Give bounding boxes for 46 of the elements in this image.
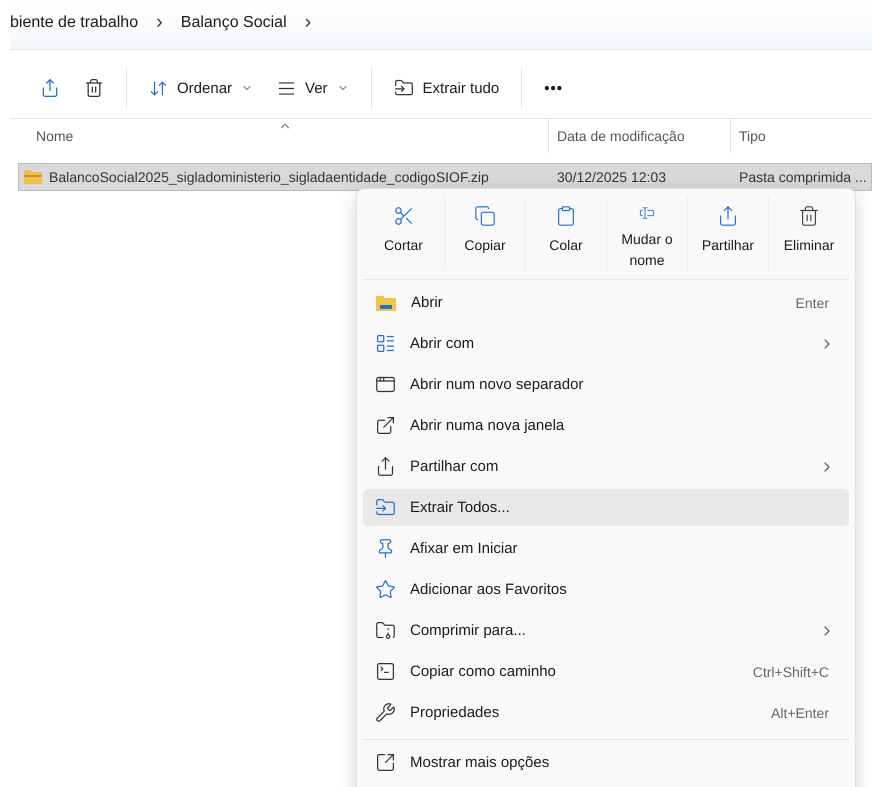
- breadcrumb-item[interactable]: Balanço Social: [180, 14, 287, 32]
- extract-button[interactable]: Extrair tudo: [384, 68, 510, 108]
- clipboard-icon: [555, 205, 577, 227]
- share-icon: [375, 456, 396, 477]
- share-icon: [40, 78, 60, 98]
- menu-action-button[interactable]: Mudar o nome: [606, 197, 687, 271]
- breadcrumb-separator: ›: [156, 11, 163, 34]
- trash-icon: [798, 205, 820, 227]
- column-header[interactable]: Data de modificação: [557, 128, 685, 144]
- folder-extract-icon: [394, 78, 414, 98]
- folder-icon: [375, 294, 397, 312]
- menu-item[interactable]: Extrair Todos...: [363, 489, 849, 526]
- folder-extract-icon: [375, 497, 396, 518]
- menu-action-button[interactable]: Copiar: [444, 197, 525, 271]
- tab-icon: [375, 374, 396, 395]
- app-list-icon: [375, 333, 396, 354]
- wrench-icon: [375, 702, 396, 723]
- menu-action-button[interactable]: Colar: [525, 197, 606, 271]
- shortcut-text: Enter: [796, 294, 829, 310]
- copy-icon: [474, 205, 496, 227]
- file-date: 30/12/2025 12:03: [557, 169, 666, 185]
- column-header[interactable]: Tipo: [739, 128, 766, 144]
- more-button[interactable]: •••: [534, 68, 574, 108]
- scissors-icon: [392, 205, 414, 227]
- file-name: BalancoSocial2025_sigladoministerio_sigladaentidade_codigoSIOF.zip: [49, 169, 489, 185]
- dropdown-button[interactable]: Ordenar: [139, 68, 264, 108]
- column-header[interactable]: Nome: [36, 128, 74, 144]
- share-icon: [717, 205, 739, 227]
- zip-folder-icon: [23, 169, 43, 185]
- shortcut-text: Ctrl+Shift+C: [752, 664, 829, 680]
- shortcut-text: Alt+Enter: [771, 704, 829, 720]
- menu-action-button[interactable]: Cortar: [363, 197, 444, 271]
- menu-action-button[interactable]: Eliminar: [768, 197, 849, 271]
- file-type: Pasta comprimida ...: [739, 169, 867, 185]
- sort-icon: [149, 78, 168, 98]
- breadcrumb-separator: ›: [304, 11, 312, 34]
- external-link-icon: [375, 415, 396, 436]
- trash-icon: [84, 78, 104, 98]
- breadcrumb-item[interactable]: biente de trabalho: [10, 14, 138, 32]
- terminal-icon: [375, 661, 396, 682]
- dropdown-button[interactable]: Ver: [267, 68, 359, 108]
- star-icon: [375, 579, 396, 600]
- file-row[interactable]: BalancoSocial2025_sigladoministerio_sigladaentidade_codigoSIOF.zip 30/12/2025 12:03 Pasta comprimida ...: [18, 163, 872, 191]
- expand-icon: [375, 752, 396, 773]
- folder-zip-icon: [375, 620, 396, 641]
- menu-action-button[interactable]: Partilhar: [687, 197, 768, 271]
